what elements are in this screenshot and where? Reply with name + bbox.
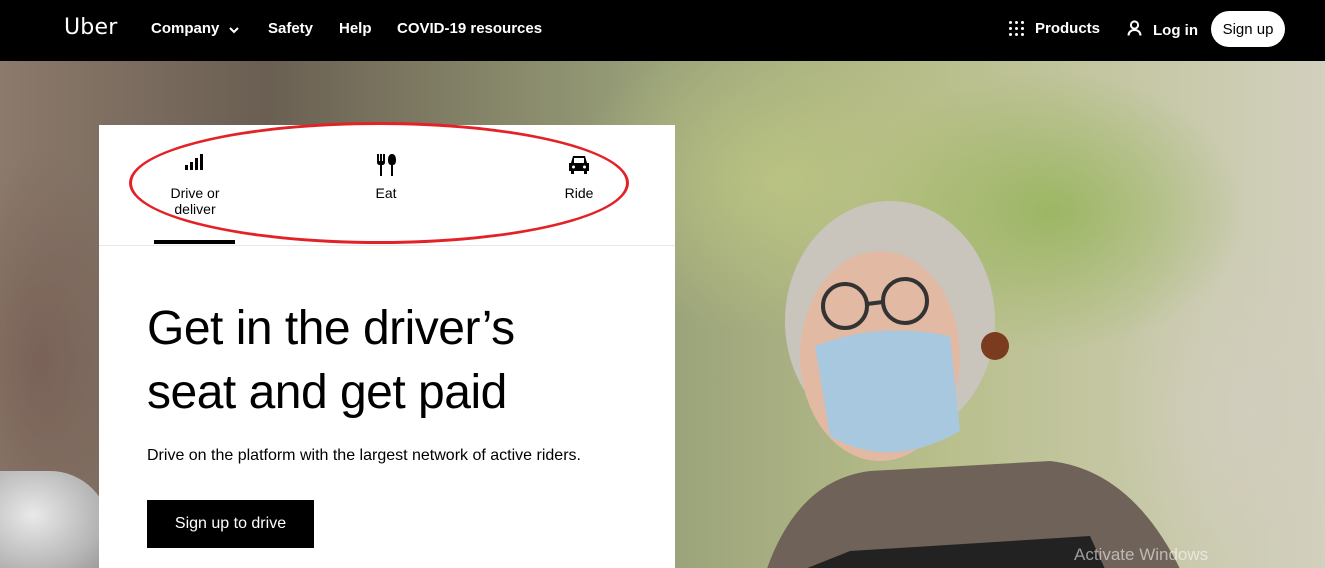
fork-knife-icon — [356, 153, 416, 176]
nav-help[interactable]: Help — [339, 20, 372, 37]
products-menu[interactable]: Products — [1009, 20, 1100, 37]
nav-safety[interactable]: Safety — [268, 20, 313, 37]
grid-dots-icon — [1009, 21, 1024, 36]
signup-button[interactable]: Sign up — [1211, 11, 1285, 47]
login-link[interactable]: Log in — [1127, 20, 1198, 40]
signal-bars-icon — [155, 153, 235, 175]
chevron-down-icon — [229, 21, 240, 38]
nav-covid-resources[interactable]: COVID-19 resources — [397, 20, 542, 37]
product-tabs: Drive or deliver Eat Ride — [99, 125, 675, 246]
hero-subtext: Drive on the platform with the largest n… — [147, 447, 581, 464]
page-title: Get in the driver’s seat and get paid — [147, 302, 515, 419]
car-silhouette — [0, 471, 110, 568]
uber-logo[interactable]: Uber — [64, 15, 117, 40]
tab-eat-label: Eat — [375, 185, 397, 201]
windows-activation-watermark: Activate Windows — [1074, 545, 1209, 564]
tab-ride[interactable]: Ride — [549, 153, 609, 201]
login-label: Log in — [1153, 21, 1198, 39]
car-icon — [549, 153, 609, 175]
nav-company[interactable]: Company — [151, 20, 240, 38]
active-tab-indicator — [154, 240, 235, 244]
hero-card: Drive or deliver Eat Ride Get in the dri… — [99, 122, 675, 568]
woman-in-mask-image — [767, 201, 1180, 568]
tab-drive-label: Drive or deliver — [170, 185, 220, 217]
sign-up-to-drive-button[interactable]: Sign up to drive — [147, 500, 314, 548]
tab-drive-or-deliver[interactable]: Drive or deliver — [155, 153, 235, 217]
products-label: Products — [1035, 20, 1101, 37]
top-nav: Uber Company Safety Help COVID-19 resour… — [0, 0, 1325, 61]
tab-eat[interactable]: Eat — [356, 153, 416, 201]
user-icon — [1127, 20, 1142, 40]
nav-company-label: Company — [151, 20, 220, 37]
tab-ride-label: Ride — [564, 185, 594, 201]
